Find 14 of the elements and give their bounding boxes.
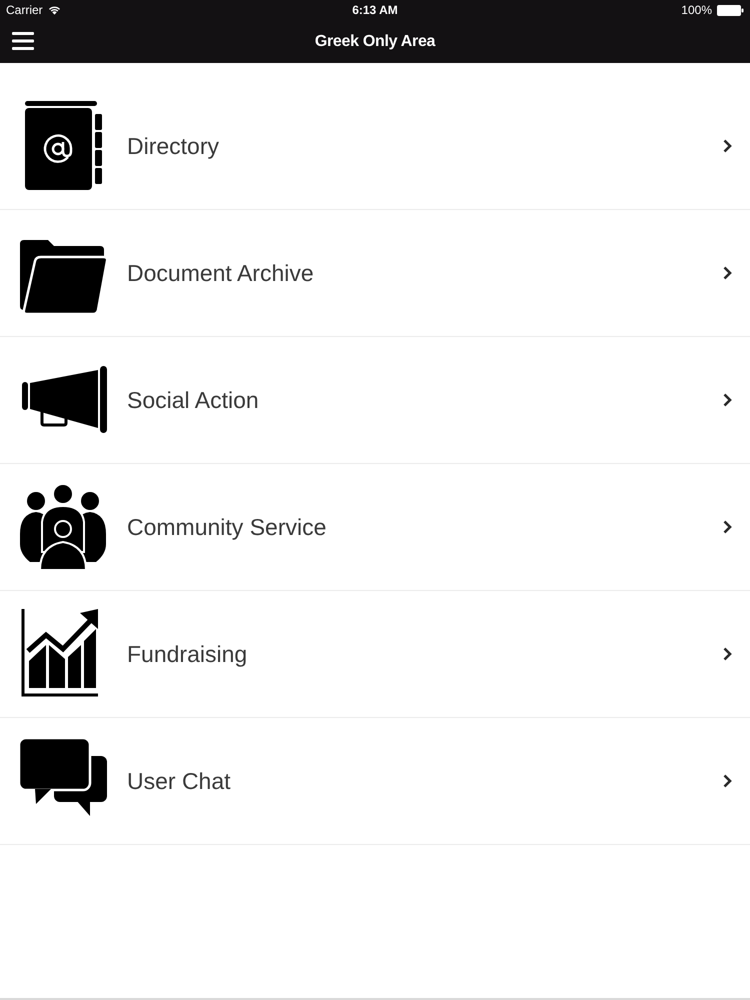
chevron-right-icon: [723, 266, 732, 280]
chevron-right-icon: [723, 139, 732, 153]
clock-time: 6:13 AM: [352, 3, 398, 17]
chevron-right-icon: [723, 647, 732, 661]
chevron-right-icon: [723, 393, 732, 407]
carrier-label: Carrier: [6, 3, 43, 17]
people-group-icon: [18, 482, 108, 572]
wifi-icon: [48, 5, 61, 15]
battery-percent: 100%: [681, 3, 712, 17]
chevron-right-icon: [723, 520, 732, 534]
menu-icon[interactable]: [12, 32, 34, 50]
nav-title: Greek Only Area: [314, 32, 436, 50]
chevron-right-icon: [723, 774, 732, 788]
battery-icon: [717, 4, 744, 16]
